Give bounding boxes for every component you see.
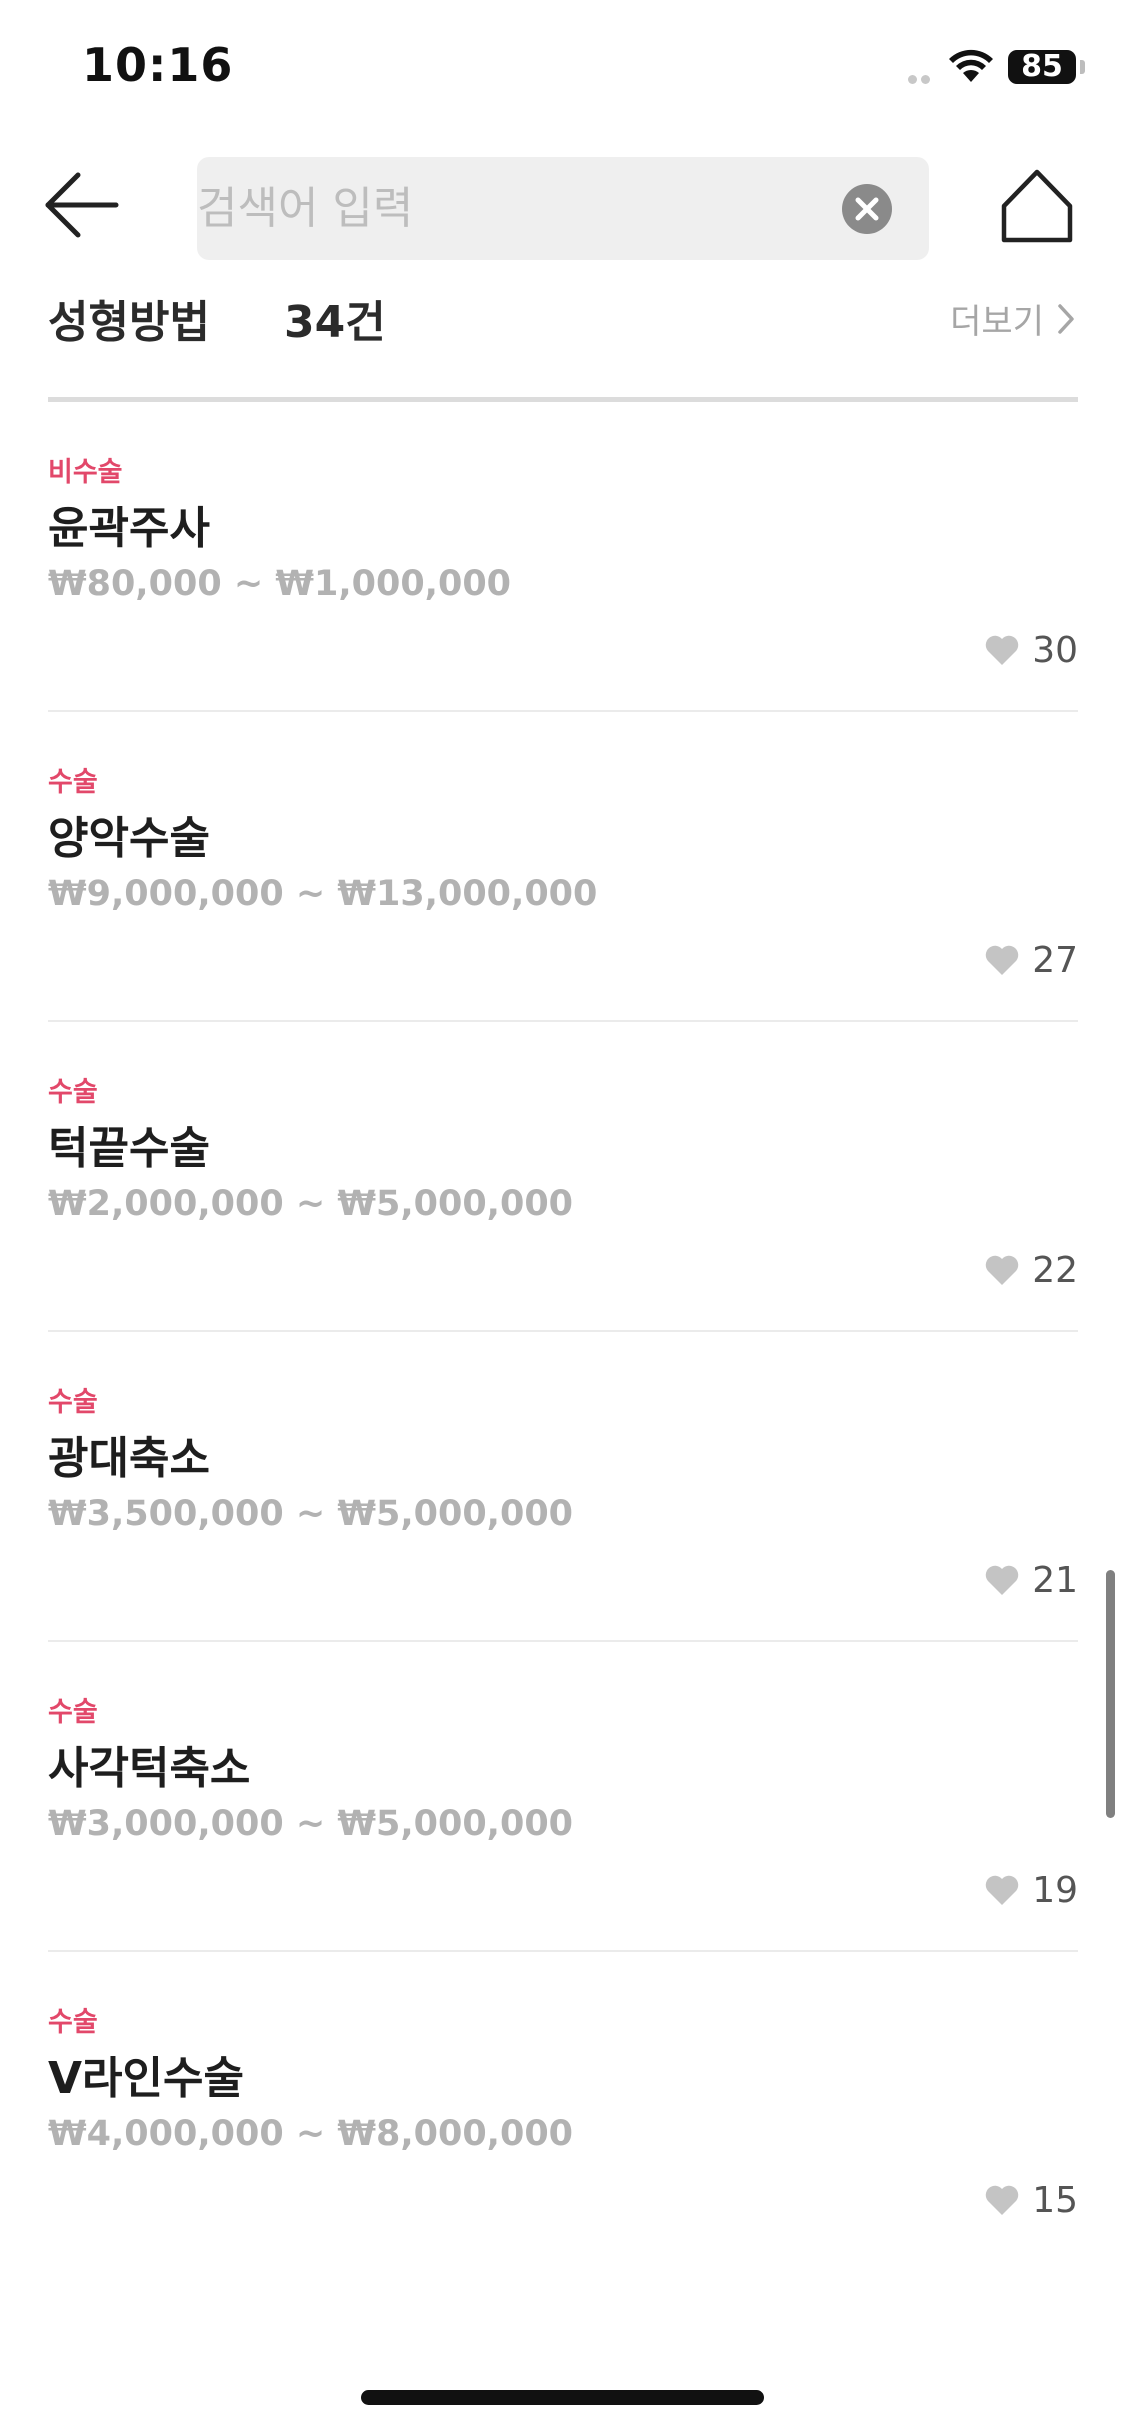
more-label: 더보기	[950, 302, 1044, 342]
scrollbar[interactable]	[1106, 1570, 1115, 1818]
heart-icon	[985, 1565, 1019, 1595]
cellular-signal-icon	[908, 72, 932, 84]
likes-count: 30	[1032, 629, 1078, 671]
chevron-right-icon	[1058, 303, 1074, 334]
battery-indicator: 85	[1008, 50, 1076, 84]
item-price: ₩3,500,000 ~ ₩5,000,000	[48, 1494, 574, 1534]
heart-icon	[985, 945, 1019, 975]
section-count: 34건	[284, 297, 386, 348]
item-tag: 비수술	[48, 457, 123, 488]
list-item[interactable]: 수술 사각턱축소 ₩3,000,000 ~ ₩5,000,000 19	[48, 1642, 1078, 1952]
item-name: 사각턱축소	[48, 1743, 251, 1794]
list-item[interactable]: 수술 양악수술 ₩9,000,000 ~ ₩13,000,000 27	[48, 712, 1078, 1022]
heart-icon	[985, 1255, 1019, 1285]
item-price: ₩80,000 ~ ₩1,000,000	[48, 564, 512, 604]
close-icon	[855, 197, 879, 221]
heart-icon	[985, 2185, 1019, 2215]
item-name: 광대축소	[48, 1433, 210, 1484]
list-item[interactable]: 수술 광대축소 ₩3,500,000 ~ ₩5,000,000 21	[48, 1332, 1078, 1642]
likes-count: 27	[1032, 939, 1078, 981]
list-item[interactable]: 수술 턱끝수술 ₩2,000,000 ~ ₩5,000,000 22	[48, 1022, 1078, 1332]
status-bar: 10:16 85	[0, 0, 1125, 140]
likes-count: 15	[1032, 2179, 1078, 2221]
battery-tip	[1080, 60, 1085, 74]
heart-icon	[985, 1875, 1019, 1905]
search-input[interactable]	[197, 157, 817, 260]
item-price: ₩3,000,000 ~ ₩5,000,000	[48, 1804, 574, 1844]
heart-icon	[985, 635, 1019, 665]
like-button[interactable]: 30	[984, 628, 1078, 672]
likes-count: 22	[1032, 1249, 1078, 1291]
wifi-icon	[949, 49, 993, 82]
item-name: V라인수술	[48, 2053, 244, 2104]
search-box	[197, 157, 929, 260]
item-tag: 수술	[48, 1387, 98, 1418]
home-indicator[interactable]	[361, 2390, 764, 2405]
clear-search-button[interactable]	[842, 184, 892, 234]
item-price: ₩2,000,000 ~ ₩5,000,000	[48, 1184, 574, 1224]
more-button[interactable]: 더보기	[950, 294, 1078, 343]
item-price: ₩9,000,000 ~ ₩13,000,000	[48, 874, 598, 914]
like-button[interactable]: 27	[984, 938, 1078, 982]
like-button[interactable]: 21	[984, 1558, 1078, 1602]
status-time: 10:16	[82, 38, 234, 92]
item-tag: 수술	[48, 2007, 98, 2038]
list-item[interactable]: 수술 V라인수술 ₩4,000,000 ~ ₩8,000,000 15	[48, 1952, 1078, 2262]
item-price: ₩4,000,000 ~ ₩8,000,000	[48, 2114, 574, 2154]
like-button[interactable]: 15	[984, 2178, 1078, 2222]
item-tag: 수술	[48, 1077, 98, 1108]
item-name: 윤곽주사	[48, 503, 210, 554]
likes-count: 21	[1032, 1559, 1078, 1601]
list-item[interactable]: 비수술 윤곽주사 ₩80,000 ~ ₩1,000,000 30	[48, 402, 1078, 712]
like-button[interactable]: 22	[984, 1248, 1078, 1292]
section-title: 성형방법	[48, 297, 210, 348]
back-arrow-icon[interactable]	[44, 170, 120, 240]
like-button[interactable]: 19	[984, 1868, 1078, 1912]
section-header: 성형방법 34건 더보기	[48, 282, 1078, 372]
item-name: 턱끝수술	[48, 1123, 210, 1174]
home-icon[interactable]	[1000, 166, 1074, 244]
item-tag: 수술	[48, 1697, 98, 1728]
item-name: 양악수술	[48, 813, 210, 864]
item-tag: 수술	[48, 767, 98, 798]
likes-count: 19	[1032, 1869, 1078, 1911]
search-header	[0, 140, 1125, 275]
procedure-list: 비수술 윤곽주사 ₩80,000 ~ ₩1,000,000 30 수술 양악수술…	[48, 402, 1078, 2262]
